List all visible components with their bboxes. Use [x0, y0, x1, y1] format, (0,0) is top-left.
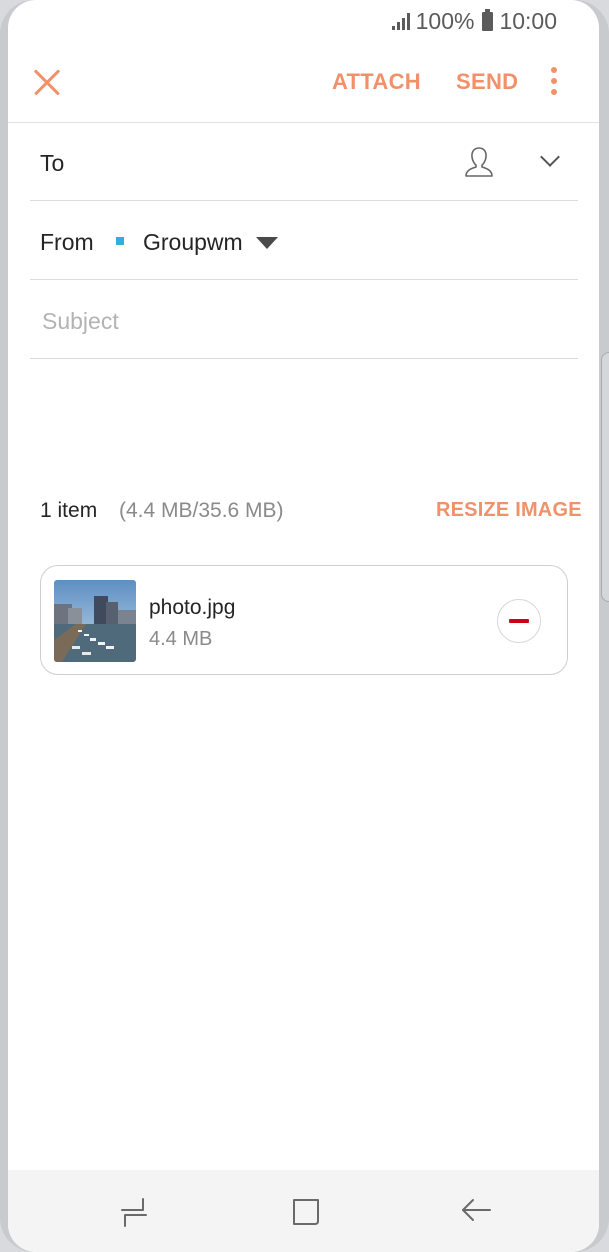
clock: 10:00 — [499, 7, 557, 34]
to-label: To — [40, 150, 65, 176]
recent-apps-icon[interactable] — [119, 1195, 149, 1229]
attachment-file-size: 4.4 MB — [149, 628, 213, 650]
to-field[interactable]: To — [30, 123, 578, 201]
screen: 100% 10:00 ATTACH SEND To From Groupwm S… — [8, 0, 599, 1252]
attachment-item[interactable]: photo.jpg 4.4 MB — [40, 565, 568, 675]
signal-icon — [391, 12, 410, 30]
contact-icon[interactable] — [463, 145, 495, 179]
caret-down-icon[interactable] — [256, 237, 278, 249]
status-bar: 100% 10:00 — [391, 6, 557, 36]
from-account[interactable]: Groupwm — [143, 229, 243, 256]
from-field[interactable]: From Groupwm — [30, 202, 578, 280]
send-button[interactable]: SEND — [456, 69, 518, 95]
back-icon[interactable] — [460, 1196, 492, 1228]
subject-placeholder: Subject — [42, 308, 119, 334]
device-frame: 100% 10:00 ATTACH SEND To From Groupwm S… — [0, 0, 609, 1252]
edge-panel-handle[interactable] — [601, 352, 609, 602]
attachment-size-summary: (4.4 MB/35.6 MB) — [119, 499, 284, 522]
battery-percent: 100% — [415, 7, 475, 34]
chevron-down-icon[interactable] — [540, 147, 560, 167]
attach-button[interactable]: ATTACH — [332, 69, 421, 95]
from-label: From — [40, 229, 94, 255]
image-thumbnail — [54, 580, 136, 662]
compose-toolbar: ATTACH SEND — [8, 45, 599, 123]
account-color-marker — [116, 237, 124, 245]
attachment-count: 1 item — [40, 499, 98, 522]
home-icon[interactable] — [291, 1197, 321, 1227]
more-options-icon[interactable] — [547, 67, 561, 99]
minus-icon — [509, 619, 529, 623]
subject-field[interactable]: Subject — [30, 281, 578, 359]
close-icon[interactable] — [32, 67, 62, 97]
attachment-file-name: photo.jpg — [149, 596, 236, 619]
system-navigation-bar — [8, 1170, 599, 1252]
resize-image-button[interactable]: RESIZE IMAGE — [436, 499, 582, 522]
remove-attachment-button[interactable] — [497, 599, 541, 643]
battery-icon — [482, 8, 494, 31]
